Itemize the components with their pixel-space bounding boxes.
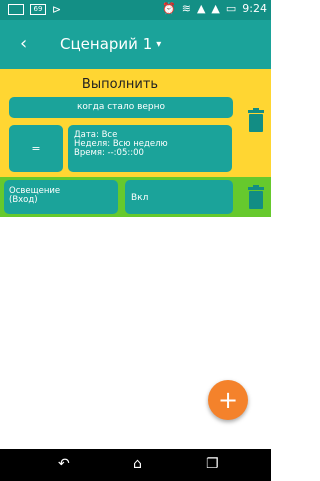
value-selector[interactable]: Вкл <box>125 180 233 214</box>
nav-recents-icon[interactable]: ❐ <box>206 456 219 472</box>
signal-icon: ▲ <box>196 2 206 15</box>
wifi-icon: ≋ <box>181 2 191 15</box>
trash-can <box>249 191 263 209</box>
signal-2-icon: ▲ <box>211 2 220 15</box>
nav-back-icon[interactable]: ↶ <box>58 456 70 472</box>
trash-lid <box>248 185 264 190</box>
trash-lid <box>248 108 264 113</box>
execute-block: Выполнить когда стало верно = Дата: Все … <box>0 69 271 177</box>
schedule-box[interactable]: Дата: Все Неделя: Всю неделю Время: --:0… <box>68 125 232 172</box>
chevron-down-icon: ▾ <box>156 38 162 50</box>
condition-mode-button[interactable]: когда стало верно <box>9 97 233 118</box>
cast-icon: ⊳ <box>52 3 62 16</box>
operator-button[interactable]: = <box>9 125 63 172</box>
device-location: (Вход) <box>9 195 38 205</box>
execute-header: Выполнить <box>81 77 159 92</box>
notification-icon <box>8 4 24 15</box>
clock-text: 9:24 <box>242 2 267 15</box>
schedule-time: Время: --:05::00 <box>74 148 144 158</box>
trash-icon[interactable] <box>248 108 264 132</box>
status-bar: 69 ⊳ ⏰ ≋ ▲ ▲ ▭ 9:24 <box>0 0 271 20</box>
nav-home-icon[interactable]: ⌂ <box>133 456 142 472</box>
notification-badge: 69 <box>30 4 46 15</box>
app-bar: ‹ Сценарий 1 ▾ <box>0 20 271 69</box>
scenario-selector[interactable]: Сценарий 1 ▾ <box>60 35 161 53</box>
device-selector[interactable]: Освещение (Вход) <box>4 180 118 214</box>
back-button[interactable]: ‹ <box>20 33 27 54</box>
navigation-bar: ↶ ⌂ ❐ <box>0 449 271 481</box>
action-block: Освещение (Вход) Вкл <box>0 177 271 217</box>
battery-icon: ▭ <box>225 2 237 15</box>
trash-icon[interactable] <box>248 185 264 209</box>
add-button[interactable]: + <box>208 380 248 420</box>
trash-can <box>249 114 263 132</box>
page-title: Сценарий 1 <box>60 35 153 53</box>
alarm-icon: ⏰ <box>162 2 176 15</box>
